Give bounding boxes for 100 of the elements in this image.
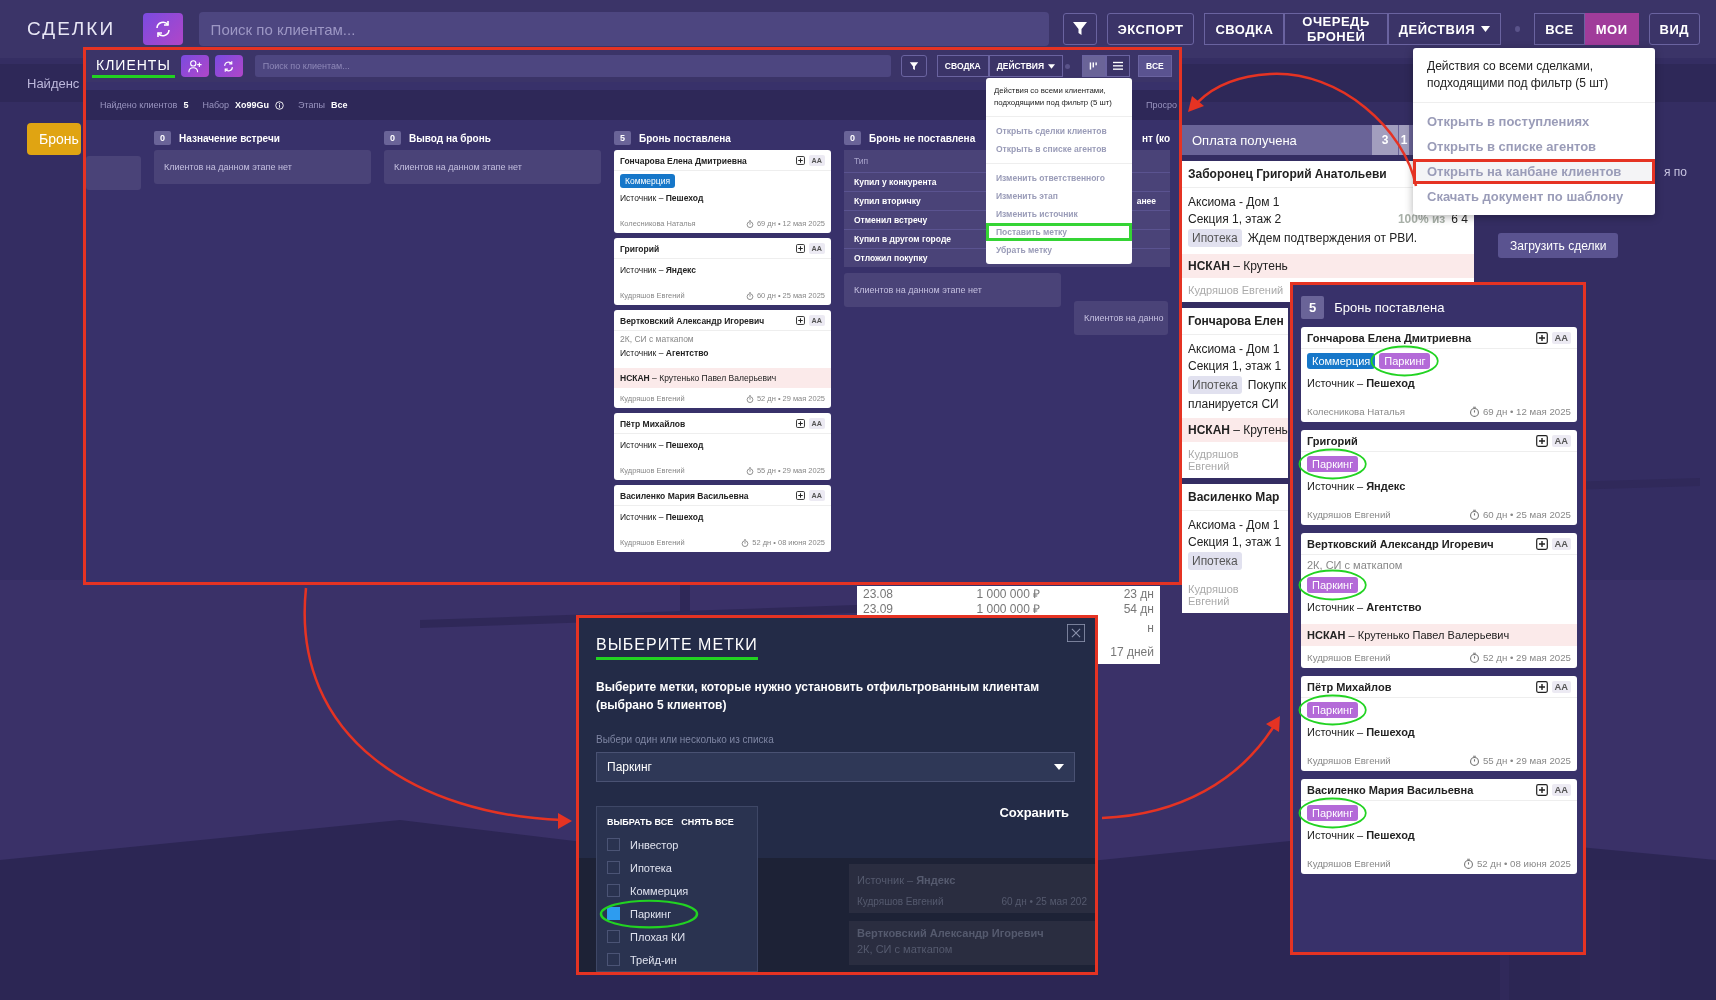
deal-comment: Покупк [1247,378,1287,392]
search-field[interactable]: Поиск по клиентам... [254,55,891,77]
manager-name: Кудряшов Евгений [1307,509,1391,520]
nskan-line: НСКАН – Крутенько Павел Валерьевич [620,373,777,383]
add-icon[interactable] [795,419,805,428]
add-icon[interactable] [795,491,805,500]
info-label: Найдено клиентов [100,100,178,110]
deal-card[interactable]: Василенко Мар Аксиома - Дом 1 Секция 1, этаж 1 Ипотека Кудряшов Евгений [1182,484,1288,613]
card-source: Источник – Пешеход [1307,829,1416,841]
card-age: 60 дн • 25 мая 2025 [1482,509,1571,520]
manager-name: Кудряшов Евгений [1307,755,1391,766]
add-icon[interactable] [795,244,805,253]
checkbox[interactable] [607,838,620,851]
popup-item[interactable]: Отложил покупку [854,253,928,263]
add-icon[interactable] [1535,332,1548,344]
add-icon[interactable] [795,156,805,165]
popup-item[interactable]: Отменил встречу [854,215,928,225]
add-icon[interactable] [1535,681,1548,693]
filter-button[interactable] [900,55,927,77]
caret-icon [1054,764,1064,770]
option-label[interactable]: Ипотека [630,861,672,874]
popup-item[interactable]: Купил вторичку [854,196,921,206]
column-title: Назначение встречи [179,132,280,144]
save-button[interactable]: Сохранить [993,804,1075,821]
tag-label: Паркинг [1379,353,1431,369]
card-source: Источник – Яндекс [1307,480,1407,492]
empty-state: Клиентов на данном этапе нет [384,150,601,184]
scope-tab[interactable]: ВСЕ [1534,13,1585,45]
table-cell: 23 дн [1123,586,1154,601]
add-icon[interactable] [795,316,805,325]
option-label[interactable]: Трейд-ин [630,953,677,966]
columns-icon [1089,60,1100,72]
timer-icon [1468,755,1480,766]
deal-detail: Секция 1, этаж 2 [1188,212,1282,226]
client-name: Григорий [1307,435,1359,447]
initials-badge: AA [1551,435,1571,447]
client-card[interactable]: Григорий AA Паркинг Источник – Яндекс Кудряшов Евгений 60 дн • 25 мая 2025 [1301,430,1577,525]
search-field[interactable]: Поиск по клиентам... [198,12,1049,46]
list-action[interactable]: ВЫБРАТЬ ВСЕ [607,817,674,827]
popup-item[interactable]: Купил в другом городе [854,234,951,244]
option-label[interactable]: Коммерция [630,884,689,897]
info-value: 5 [183,100,189,110]
deal-card[interactable]: Гончарова Елен Аксиома - Дом 1 Секция 1, этаж 1 Ипотека Покупк планируется СИ НСКАН – Крутень Кудряшов Евгений [1182,308,1288,478]
option-label[interactable]: Паркинг [630,907,672,920]
deal-detail: Аксиома - Дом 1 [1188,342,1280,356]
modal-title: ВЫБЕРИТЕ МЕТКИ [596,636,758,660]
add-user-button[interactable] [180,55,209,77]
add-icon[interactable] [1535,435,1548,447]
card-age: 52 дн • 29 мая 2025 [1482,652,1571,663]
client-name: Василенко Мария Васильевна [620,490,750,501]
timer-icon [745,394,754,403]
toolbar-button[interactable]: ОЧЕРЕДЬ БРОНЕЙ [1284,13,1388,45]
toolbar-button[interactable]: ДЕЙСТВИЯ [1387,13,1502,45]
count-badge: 0 [154,131,171,145]
card-source: Источник – Пешеход [1307,726,1416,738]
filter-button[interactable] [1062,13,1097,45]
tag-label: Ипотека [1188,229,1242,247]
export-button[interactable]: ЭКСПОРТ [1106,13,1195,45]
checkbox[interactable] [607,861,620,874]
kanban-view-button[interactable] [1082,55,1107,77]
checkbox[interactable] [607,953,620,966]
card-source: Источник – Пешеход [620,512,705,522]
client-card[interactable]: Гончарова Елена Дмитриевна AA Коммерция Паркинг Источник – Пешеход Колесникова Наталья 69 дн • 12 мая 2025 [1301,327,1577,422]
nskan-line: НСКАН – Крутень [1188,423,1288,437]
tag-label: Паркинг [1307,805,1359,821]
panel-title: КЛИЕНТЫ [92,54,175,78]
scope-button[interactable]: ВСЕ [1138,55,1172,77]
refresh-button[interactable] [143,13,183,45]
empty-state: Клиентов на данном этапе нет [154,150,371,184]
close-icon[interactable] [1067,624,1085,642]
actions-button[interactable]: ДЕЙСТВИЯ [988,55,1064,77]
list-action[interactable]: СНЯТЬ ВСЕ [681,817,734,827]
found-text: Найденс [27,75,80,91]
client-card[interactable]: Пётр Михайлов AA Паркинг Источник – Пешеход Кудряшов Евгений 55 дн • 29 мая 2025 [1301,676,1577,771]
summary-button[interactable]: СВОДКА [936,55,989,77]
column-title: Бронь поставлена [1334,299,1445,315]
card-source: Источник – Пешеход [620,440,705,450]
manager-name: Кудряшов Евгений [1307,652,1391,663]
view-button[interactable]: ВИД [1648,13,1700,45]
add-icon[interactable] [1535,784,1548,796]
checkbox[interactable] [607,884,620,897]
tags-select[interactable]: Паркинг [596,752,1075,782]
add-icon[interactable] [1535,538,1548,550]
checkbox[interactable] [607,907,620,920]
column-title: Бронь не поставлена [869,132,976,144]
list-view-button[interactable] [1106,55,1131,77]
refresh-button[interactable] [214,55,243,77]
client-card[interactable]: Вертковский Александр Игоревич AA 2К, СИ с маткапом Паркинг Источник – Агентство НСКАН – Крутенько Павел Валерьевич Кудряшов Евгений 52 дн • 29 мая 2025 [1301,533,1577,668]
toolbar-button[interactable]: СВОДКА [1204,13,1285,45]
option-label[interactable]: Инвестор [630,838,679,851]
manager-name: Колесникова Наталья [1307,406,1405,417]
checkbox[interactable] [607,930,620,943]
initials-badge: AA [1551,538,1571,550]
option-label[interactable]: Плохая КИ [630,930,686,943]
count-badge: 5 [1301,295,1325,319]
scope-tab[interactable]: МОИ [1584,13,1639,45]
empty-placeholder [86,156,141,190]
popup-item[interactable]: Купил у конкурента [854,177,937,187]
client-card[interactable]: Василенко Мария Васильевна AA Паркинг Источник – Пешеход Кудряшов Евгений 52 дн • 08 июня 2025 [1301,779,1577,874]
load-deals-button[interactable]: Загрузить сделки [1498,233,1619,258]
